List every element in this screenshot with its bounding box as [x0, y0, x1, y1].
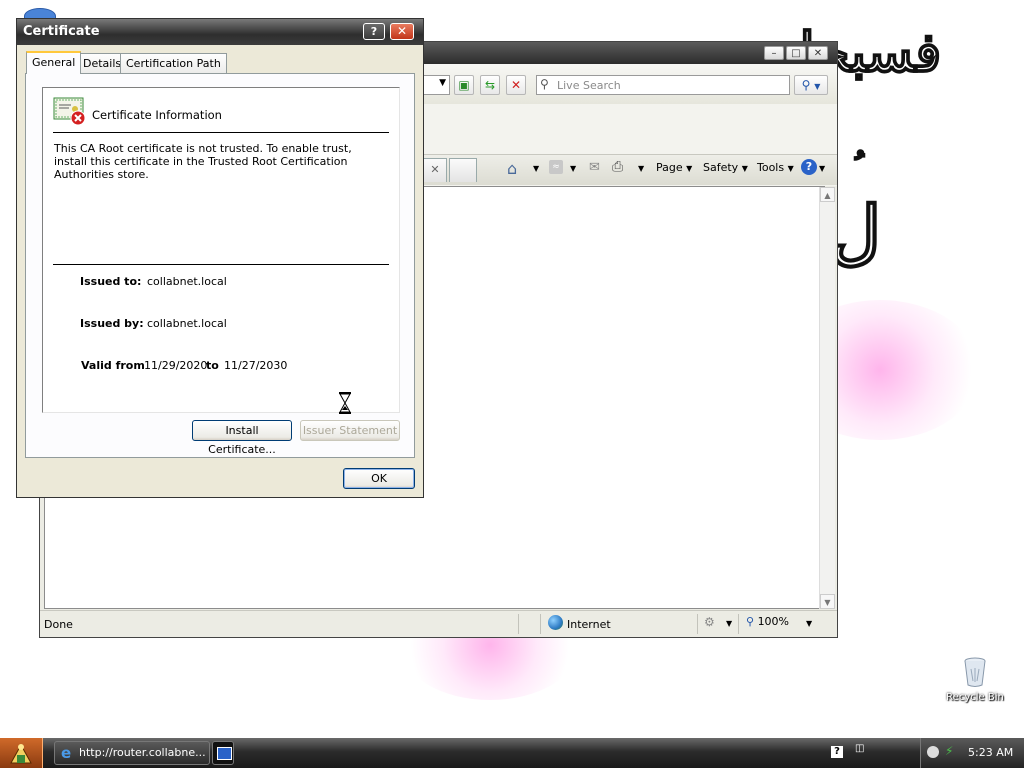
certificate-error-icon [53, 97, 86, 126]
tools-menu-label: Tools [757, 161, 785, 174]
new-tab-button[interactable] [449, 158, 477, 182]
tab-general[interactable]: General [26, 51, 82, 74]
chevron-down-icon: ▼ [439, 78, 446, 88]
address-dropdown[interactable]: ▼ [420, 75, 450, 95]
certificate-dialog: Certificate ? ✕ General Details Certific… [16, 18, 424, 498]
ok-button[interactable]: OK [343, 468, 415, 489]
status-divider [518, 614, 519, 634]
status-divider [697, 614, 698, 634]
help-dropdown-icon[interactable]: ▼ [819, 164, 825, 173]
clock: 5:23 AM [968, 746, 1014, 759]
details-divider [53, 264, 389, 265]
tab-close[interactable]: ✕ [423, 158, 447, 182]
refresh-icon[interactable]: ⇆ [480, 75, 500, 95]
taskbar-item-browser[interactable]: e http://router.collabne... [54, 741, 210, 765]
vertical-scrollbar[interactable]: ▲ ▼ [819, 187, 835, 609]
certificate-info-heading: Certificate Information [92, 108, 222, 122]
window-icon [217, 747, 232, 760]
issued-to-label: Issued to: [80, 275, 142, 288]
zoom-level: 100% [757, 615, 790, 628]
scroll-up-button[interactable]: ▲ [820, 187, 835, 202]
status-divider [540, 614, 541, 634]
maximize-button[interactable]: □ [786, 46, 806, 60]
issued-by-value: collabnet.local [147, 317, 227, 330]
heading-divider [53, 132, 389, 133]
close-button[interactable]: ✕ [808, 46, 828, 60]
zoom-icon: ⚲ [746, 615, 755, 628]
help-icon[interactable]: ? [801, 159, 817, 175]
general-tab-panel: Certificate Information This CA Root cer… [25, 73, 415, 458]
valid-from-value: 11/29/2020 [144, 359, 208, 372]
feeds-icon[interactable]: ≈ [549, 160, 563, 174]
volume-icon[interactable] [927, 746, 939, 758]
safety-menu[interactable]: Safety ▼ [703, 161, 748, 174]
page-menu[interactable]: Page ▼ [656, 161, 692, 174]
home-dropdown-icon[interactable]: ▼ [533, 164, 539, 173]
safety-menu-label: Safety [703, 161, 739, 174]
network-tray-icon[interactable]: ◫ [855, 743, 864, 754]
taskbar-item-label: http://router.collabne... [79, 746, 206, 759]
mail-icon[interactable]: ✉ [589, 160, 600, 175]
recycle-bin-icon [964, 657, 986, 687]
hourglass-cursor-icon [339, 392, 351, 414]
dialog-title: Certificate [23, 24, 100, 39]
ie-icon: e [61, 744, 72, 762]
dialog-help-button[interactable]: ? [363, 23, 385, 40]
valid-from-label: Valid from [81, 359, 145, 372]
internet-zone-icon [548, 615, 563, 630]
status-text: Done [44, 618, 73, 631]
chevron-down-icon: ▼ [787, 164, 794, 173]
safely-remove-icon[interactable]: ⚡ [945, 744, 953, 758]
recycle-bin-label: Recycle Bin [946, 692, 1004, 703]
help-tray-icon[interactable]: ? [831, 746, 843, 758]
search-input[interactable]: Live Search [557, 79, 621, 92]
compatibility-view-icon[interactable]: ▣ [454, 75, 474, 95]
page-menu-label: Page [656, 161, 683, 174]
search-box[interactable]: ⚲ Live Search [536, 75, 790, 95]
trust-warning-text: This CA Root certificate is not trusted.… [54, 142, 352, 181]
stop-icon[interactable]: ✕ [506, 75, 526, 95]
zoom-dropdown-icon[interactable]: ▼ [806, 619, 812, 628]
start-logo-icon [10, 743, 32, 764]
issued-by-label: Issued by: [80, 317, 144, 330]
taskbar: e http://router.collabne... ? ◫ ⚡ 5:23 A… [0, 738, 1024, 768]
chevron-down-icon: ▼ [686, 164, 693, 173]
zoom-control[interactable]: ⚲ 100% [746, 615, 789, 628]
issuer-statement-button[interactable]: Issuer Statement [300, 420, 400, 441]
valid-to-label: to [206, 359, 219, 372]
protected-mode-dropdown-icon[interactable]: ▼ [726, 619, 732, 628]
issued-to-value: collabnet.local [147, 275, 227, 288]
zone-label: Internet [567, 618, 611, 631]
start-button[interactable] [0, 738, 43, 768]
minimize-button[interactable]: – [764, 46, 784, 60]
scroll-down-button[interactable]: ▼ [820, 594, 835, 609]
dialog-close-button[interactable]: ✕ [390, 23, 414, 40]
chevron-down-icon: ▼ [741, 164, 748, 173]
print-icon[interactable]: ⎙ [612, 159, 623, 175]
status-divider [738, 614, 739, 634]
search-go-button[interactable]: ⚲ ▼ [794, 75, 828, 95]
feeds-dropdown-icon[interactable]: ▼ [570, 164, 576, 173]
dialog-title-bar[interactable]: Certificate ? ✕ [17, 19, 423, 45]
tab-certification-path[interactable]: Certification Path [120, 53, 227, 73]
search-icon: ⚲ [540, 77, 549, 91]
valid-to-value: 11/27/2030 [224, 359, 288, 372]
print-dropdown-icon[interactable]: ▼ [638, 164, 644, 173]
home-icon[interactable]: ⌂ [507, 159, 517, 178]
system-tray: ⚡ 5:23 AM [920, 738, 1024, 768]
tools-menu[interactable]: Tools ▼ [757, 161, 794, 174]
taskbar-item-dialog[interactable] [212, 741, 234, 765]
status-bar: Done Internet ⚙ ▼ ⚲ 100% ▼ [40, 610, 837, 637]
protected-mode-icon[interactable]: ⚙ [704, 615, 715, 629]
install-certificate-button[interactable]: Install Certificate... [192, 420, 292, 456]
recycle-bin[interactable]: Recycle Bin [940, 656, 1010, 712]
certificate-info-box: Certificate Information This CA Root cer… [42, 87, 400, 413]
